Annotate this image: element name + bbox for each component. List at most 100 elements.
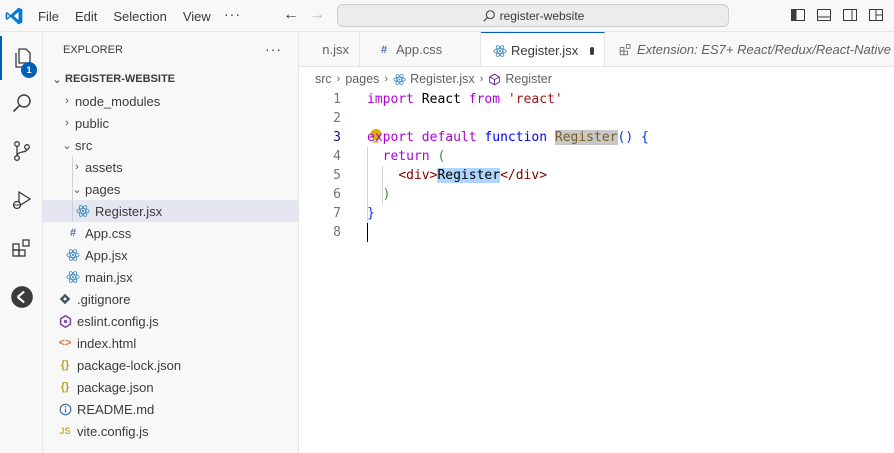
breadcrumb-register-jsx[interactable]: Register.jsx (410, 72, 475, 86)
git-file-icon (57, 291, 73, 307)
activity-remote-explorer[interactable] (0, 275, 43, 319)
code-token: <div> (398, 168, 438, 183)
customize-layout-icon[interactable] (868, 7, 884, 23)
tree-item-main-jsx[interactable]: main.jsx (43, 266, 298, 288)
tree-item-app-css[interactable]: # App.css (43, 222, 298, 244)
chevron-down-icon: ⌄ (52, 73, 62, 86)
code-token: default (413, 130, 477, 145)
extensions-icon (11, 239, 30, 257)
explorer-sidebar: EXPLORER ··· ⌄ REGISTER-WEBSITE › node_m… (43, 32, 299, 453)
toggle-panel-icon[interactable] (816, 7, 832, 23)
tree-item-label: App.css (85, 225, 132, 241)
tree-item-index-html[interactable]: <> index.html (43, 332, 298, 354)
tree-item-label: main.jsx (85, 269, 133, 285)
menu-file[interactable]: File (30, 9, 67, 24)
chevron-down-icon: ⌄ (62, 139, 72, 152)
code-editor[interactable]: 1 import React from 'react' 2 3 export d… (299, 90, 894, 453)
info-file-icon (57, 401, 73, 417)
tree-item-assets[interactable]: › assets (43, 156, 298, 178)
activity-run-debug[interactable] (0, 178, 43, 222)
menu-more-icon[interactable]: ··· (224, 6, 241, 22)
breadcrumb-src[interactable]: src (315, 72, 332, 86)
line-number: 2 (333, 111, 341, 126)
activity-explorer[interactable]: 1 (0, 36, 43, 80)
tree-item-gitignore[interactable]: .gitignore (43, 288, 298, 310)
code-line-8: 8 (299, 223, 894, 242)
code-token: () { (617, 130, 649, 145)
tree-item-public[interactable]: › public (43, 112, 298, 134)
tree-item-vite-config[interactable]: JS vite.config.js (43, 420, 298, 442)
tree-item-label: package.json (77, 379, 154, 395)
activity-source-control[interactable] (0, 129, 43, 173)
menu-selection[interactable]: Selection (105, 9, 174, 24)
indent-guide (72, 156, 73, 178)
menu-edit[interactable]: Edit (67, 9, 105, 24)
code-token-highlighted: Register (554, 130, 618, 145)
tab-partial[interactable]: n.jsx (299, 32, 360, 66)
code-line-3: 3 export default function Register() { (299, 128, 894, 147)
html-file-icon: <> (58, 337, 72, 349)
tree-item-package-lock-json[interactable]: {} package-lock.json (43, 354, 298, 376)
extension-tab-icon (617, 42, 633, 58)
search-icon (483, 9, 495, 22)
tree-item-node-modules[interactable]: › node_modules (43, 90, 298, 112)
js-file-icon: JS (59, 426, 71, 436)
code-token: function (476, 130, 548, 145)
tree-item-readme[interactable]: README.md (43, 398, 298, 420)
workspace-root-label: REGISTER-WEBSITE (65, 73, 176, 85)
tree-item-eslint-config[interactable]: eslint.config.js (43, 310, 298, 332)
tree-item-label: node_modules (75, 93, 161, 109)
workspace-root[interactable]: ⌄ REGISTER-WEBSITE (43, 68, 298, 90)
chevron-right-icon: › (479, 73, 484, 85)
code-token: React (413, 92, 469, 107)
symbol-function-icon (488, 73, 501, 86)
chevron-right-icon: › (384, 73, 389, 85)
layout-controls (790, 7, 884, 23)
activity-search[interactable] (0, 82, 43, 126)
back-arrow-icon[interactable]: ← (283, 6, 299, 24)
tree-item-label: eslint.config.js (77, 313, 159, 329)
json-file-icon: {} (60, 381, 70, 393)
breadcrumb-register-symbol[interactable]: Register (505, 72, 552, 86)
tree-item-label: App.jsx (85, 247, 128, 263)
explorer-header: EXPLORER ··· (43, 32, 298, 68)
tree-item-app-jsx[interactable]: App.jsx (43, 244, 298, 266)
command-center-search[interactable]: register-website (337, 4, 729, 27)
code-token: return (382, 149, 430, 164)
explorer-more-icon[interactable]: ··· (265, 41, 282, 57)
line-number: 3 (333, 130, 341, 145)
forward-arrow-icon[interactable]: → (309, 6, 325, 24)
tree-item-src[interactable]: ⌄ src (43, 134, 298, 156)
search-icon (12, 94, 31, 113)
tree-item-label: src (75, 137, 93, 153)
tab-extension[interactable]: Extension: ES7+ React/Redux/React-Native… (605, 32, 894, 66)
json-file-icon: {} (60, 359, 70, 371)
tab-app-css[interactable]: # App.css (360, 32, 481, 66)
text-cursor (367, 223, 368, 242)
toggle-secondary-sidebar-icon[interactable] (842, 7, 858, 23)
toggle-primary-sidebar-icon[interactable] (790, 7, 806, 23)
chevron-right-icon: › (65, 95, 69, 107)
breadcrumb-pages[interactable]: pages (345, 72, 379, 86)
tree-item-label: .gitignore (77, 291, 131, 307)
activity-extensions[interactable] (0, 226, 43, 270)
source-control-icon (13, 141, 30, 161)
tree-item-package-json[interactable]: {} package.json (43, 376, 298, 398)
indent-guide (72, 178, 73, 200)
tree-item-register-jsx[interactable]: Register.jsx (43, 200, 298, 222)
tab-label: Extension: ES7+ React/Redux/React-Native… (637, 42, 894, 57)
tree-item-pages[interactable]: ⌄ pages (43, 178, 298, 200)
code-line-7: 7 } (299, 204, 894, 223)
vscode-logo-icon[interactable] (4, 6, 24, 26)
tab-register-jsx[interactable]: Register.jsx (481, 32, 605, 66)
unsaved-dot-icon[interactable] (590, 46, 594, 55)
line-number: 7 (333, 206, 341, 221)
code-line-4: 4 return ( (299, 147, 894, 166)
run-debug-icon (12, 190, 31, 210)
tree-item-label: pages (85, 181, 121, 197)
line-number: 5 (333, 168, 341, 183)
search-text: register-website (499, 8, 585, 23)
breadcrumb: src › pages › Register.jsx › Register (299, 68, 894, 90)
menu-view[interactable]: View (175, 9, 219, 24)
tab-label: Register.jsx (511, 43, 579, 58)
